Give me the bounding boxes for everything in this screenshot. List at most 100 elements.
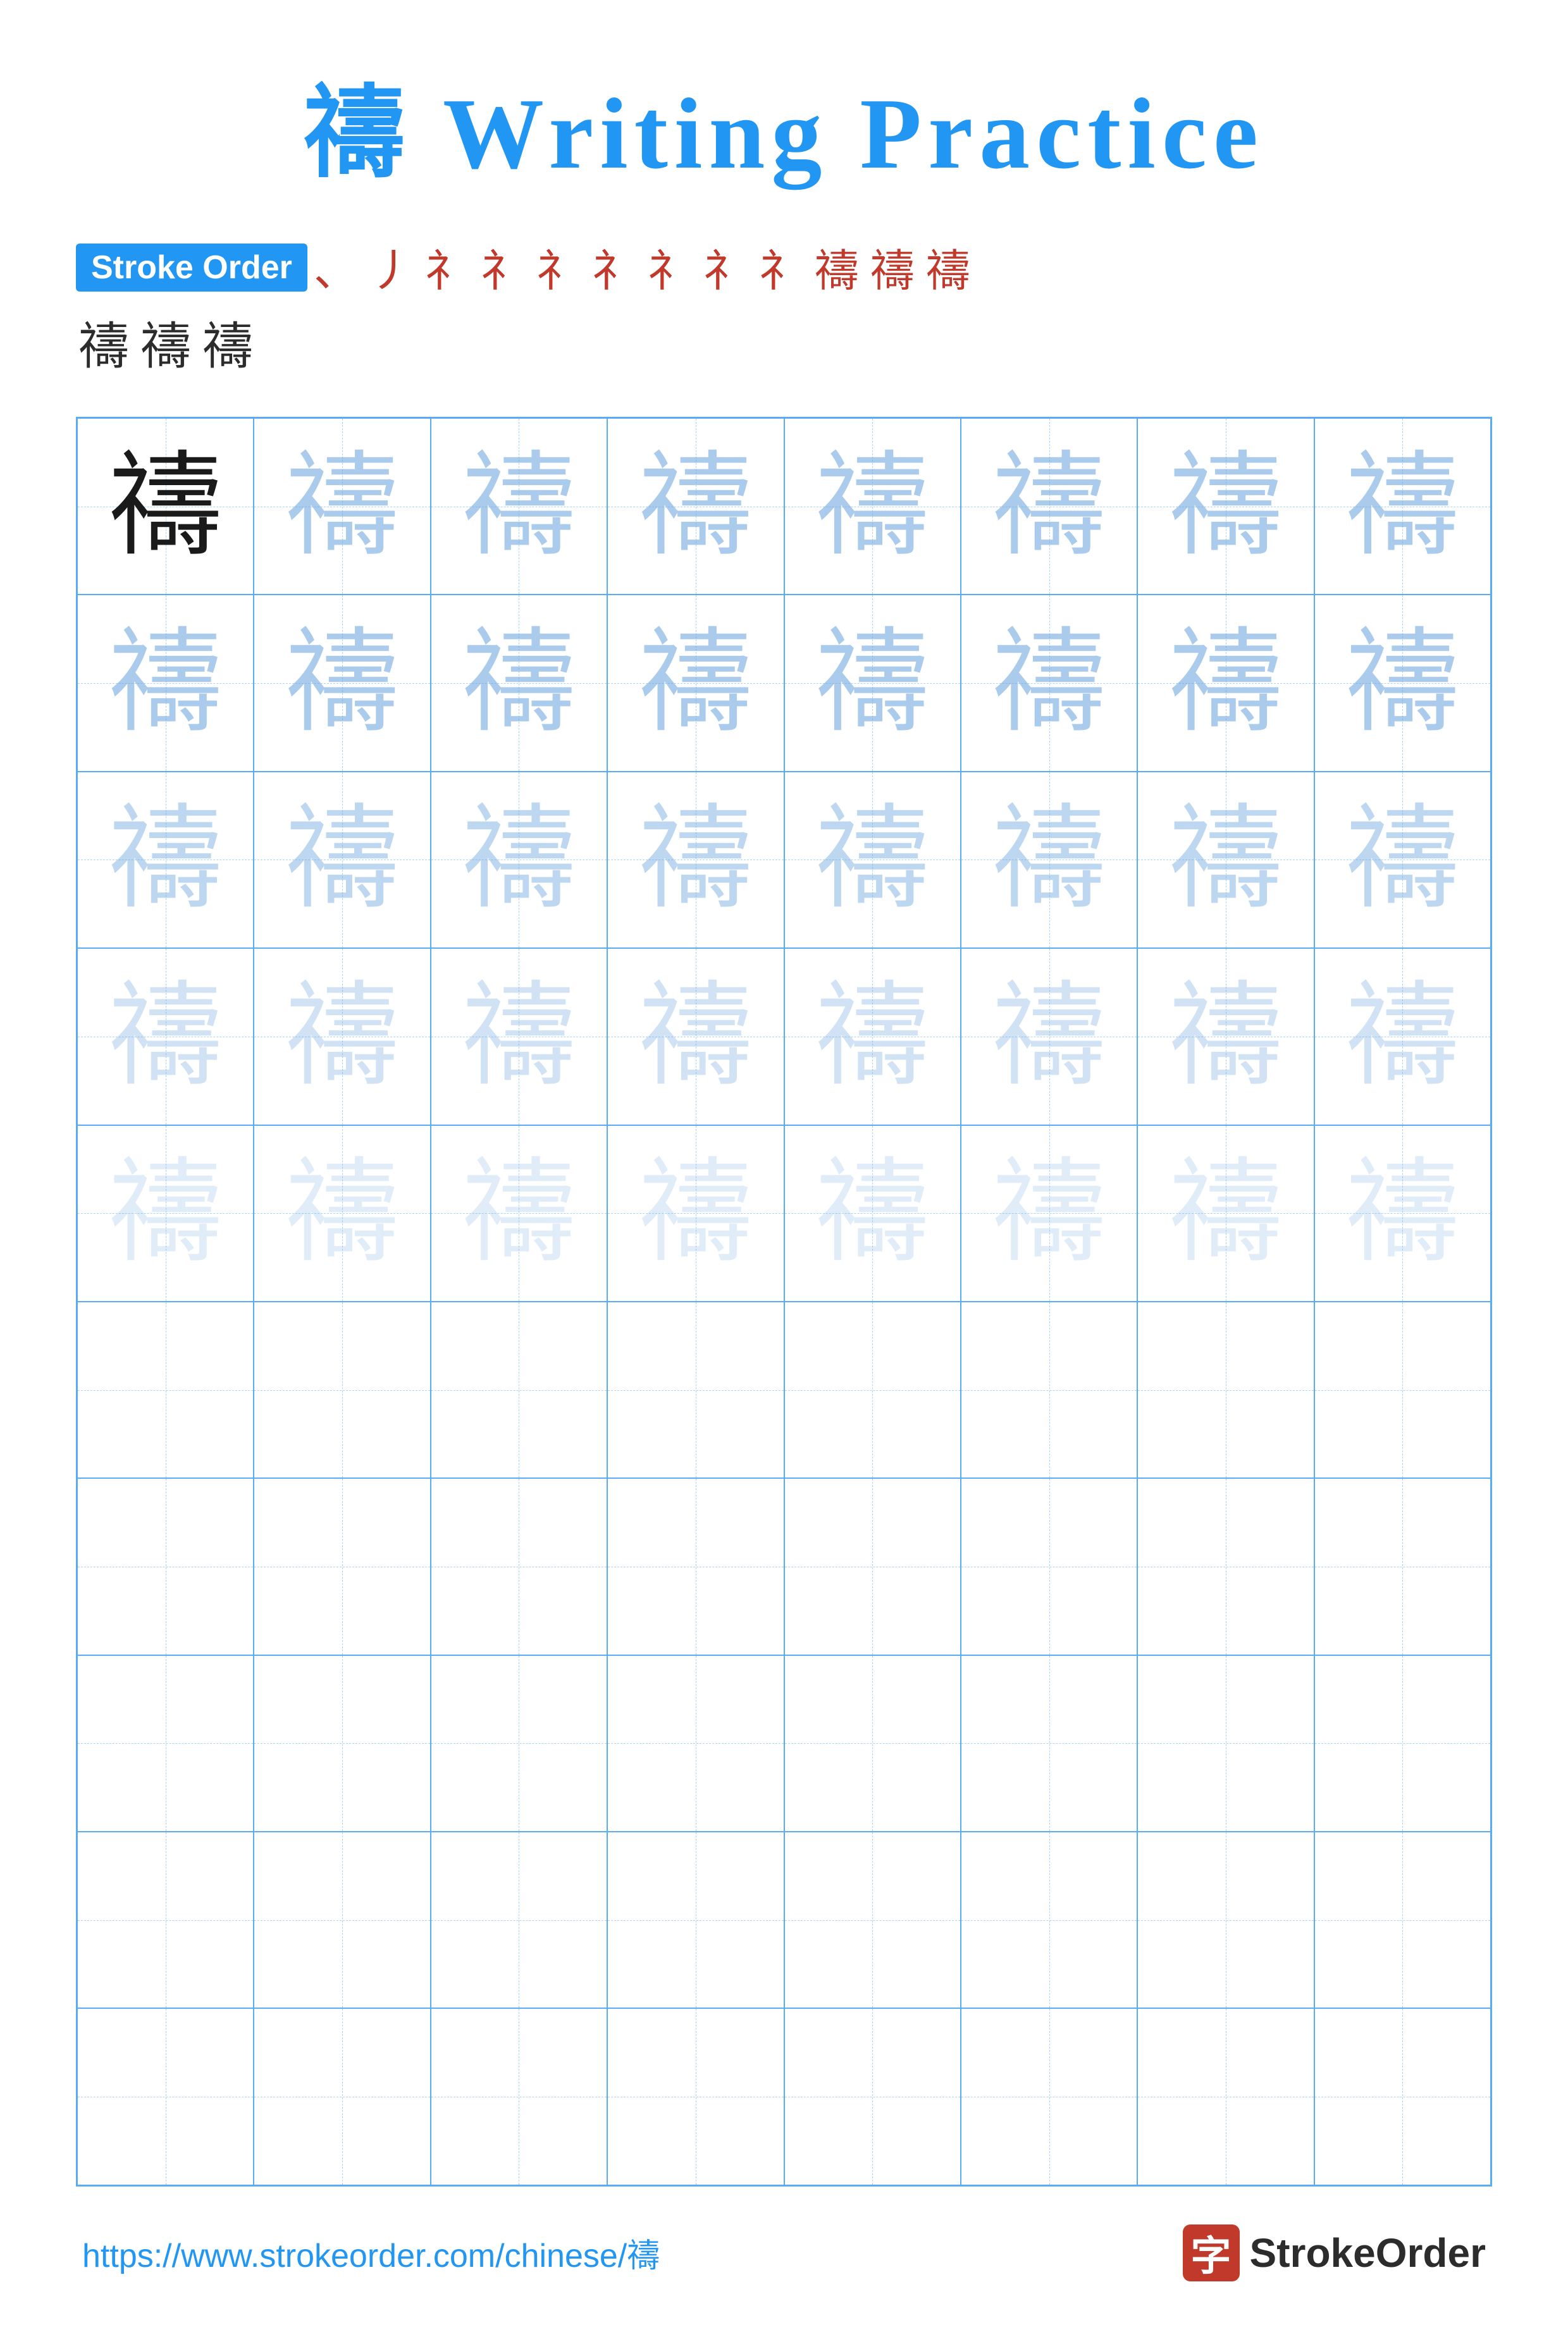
grid-cell-10-2[interactable]: [254, 2008, 430, 2185]
grid-cell-3-4[interactable]: 禱: [607, 772, 784, 948]
grid-cell-8-3[interactable]: [431, 1655, 607, 1832]
grid-cell-6-4[interactable]: [607, 1302, 784, 1478]
grid-cell-2-5[interactable]: 禱: [784, 595, 961, 771]
stroke-2: 丿: [369, 235, 414, 299]
grid-cell-4-1[interactable]: 禱: [77, 948, 254, 1125]
grid-cell-2-6[interactable]: 禱: [961, 595, 1137, 771]
grid-cell-8-6[interactable]: [961, 1655, 1137, 1832]
grid-cell-10-7[interactable]: [1137, 2008, 1314, 2185]
grid-cell-10-1[interactable]: [77, 2008, 254, 2185]
grid-cell-5-5[interactable]: 禱: [784, 1125, 961, 1302]
grid-cell-6-1[interactable]: [77, 1302, 254, 1478]
grid-cell-7-1[interactable]: [77, 1478, 254, 1655]
grid-cell-7-3[interactable]: [431, 1478, 607, 1655]
stroke-order-section: Stroke Order 、 丿 礻 礻 礻 礻 礻 礻 礻 禱 禱 禱 禱 禱…: [76, 235, 1492, 379]
grid-cell-4-6[interactable]: 禱: [961, 948, 1137, 1125]
grid-cell-6-2[interactable]: [254, 1302, 430, 1478]
grid-cell-1-1[interactable]: 禱: [77, 418, 254, 595]
grid-cell-9-3[interactable]: [431, 1832, 607, 2008]
char-display: 禱: [462, 1156, 576, 1270]
grid-cell-9-6[interactable]: [961, 1832, 1137, 2008]
char-display: 禱: [1169, 803, 1283, 916]
logo-char: 字: [1191, 2224, 1232, 2282]
grid-cell-8-8[interactable]: [1314, 1655, 1491, 1832]
grid-cell-6-6[interactable]: [961, 1302, 1137, 1478]
grid-cell-6-8[interactable]: [1314, 1302, 1491, 1478]
char-display: 禱: [815, 1156, 929, 1270]
grid-cell-5-7[interactable]: 禱: [1137, 1125, 1314, 1302]
grid-cell-3-5[interactable]: 禱: [784, 772, 961, 948]
grid-cell-9-4[interactable]: [607, 1832, 784, 2008]
grid-cell-3-7[interactable]: 禱: [1137, 772, 1314, 948]
grid-cell-1-8[interactable]: 禱: [1314, 418, 1491, 595]
grid-cell-7-6[interactable]: [961, 1478, 1137, 1655]
grid-cell-2-3[interactable]: 禱: [431, 595, 607, 771]
grid-cell-1-6[interactable]: 禱: [961, 418, 1137, 595]
grid-cell-2-1[interactable]: 禱: [77, 595, 254, 771]
grid-cell-8-1[interactable]: [77, 1655, 254, 1832]
grid-cell-2-8[interactable]: 禱: [1314, 595, 1491, 771]
grid-cell-6-3[interactable]: [431, 1302, 607, 1478]
grid-cell-1-7[interactable]: 禱: [1137, 418, 1314, 595]
grid-cell-7-7[interactable]: [1137, 1478, 1314, 1655]
grid-cell-10-8[interactable]: [1314, 2008, 1491, 2185]
grid-cell-1-4[interactable]: 禱: [607, 418, 784, 595]
char-display: 禱: [992, 450, 1106, 564]
grid-cell-10-3[interactable]: [431, 2008, 607, 2185]
grid-cell-8-2[interactable]: [254, 1655, 430, 1832]
char-display: 禱: [639, 803, 753, 916]
grid-cell-4-2[interactable]: 禱: [254, 948, 430, 1125]
grid-cell-2-7[interactable]: 禱: [1137, 595, 1314, 771]
grid-cell-7-5[interactable]: [784, 1478, 961, 1655]
grid-cell-2-4[interactable]: 禱: [607, 595, 784, 771]
grid-cell-7-8[interactable]: [1314, 1478, 1491, 1655]
grid-cell-5-3[interactable]: 禱: [431, 1125, 607, 1302]
stroke-5: 礻: [536, 235, 581, 299]
grid-cell-8-4[interactable]: [607, 1655, 784, 1832]
grid-cell-3-6[interactable]: 禱: [961, 772, 1137, 948]
grid-cell-5-6[interactable]: 禱: [961, 1125, 1137, 1302]
grid-cell-4-8[interactable]: 禱: [1314, 948, 1491, 1125]
grid-cell-9-2[interactable]: [254, 1832, 430, 2008]
grid-cell-9-1[interactable]: [77, 1832, 254, 2008]
grid-cell-6-5[interactable]: [784, 1302, 961, 1478]
grid-cell-3-1[interactable]: 禱: [77, 772, 254, 948]
stroke-8: 礻: [703, 235, 748, 299]
stroke-11: 禱: [870, 235, 915, 299]
grid-cell-3-8[interactable]: 禱: [1314, 772, 1491, 948]
grid-cell-5-1[interactable]: 禱: [77, 1125, 254, 1302]
grid-cell-3-2[interactable]: 禱: [254, 772, 430, 948]
grid-cell-5-2[interactable]: 禱: [254, 1125, 430, 1302]
grid-cell-5-4[interactable]: 禱: [607, 1125, 784, 1302]
grid-row-4: 禱 禱 禱 禱 禱 禱 禱 禱: [77, 948, 1491, 1125]
grid-cell-7-4[interactable]: [607, 1478, 784, 1655]
grid-cell-4-7[interactable]: 禱: [1137, 948, 1314, 1125]
grid-cell-10-5[interactable]: [784, 2008, 961, 2185]
grid-cell-5-8[interactable]: 禱: [1314, 1125, 1491, 1302]
char-display: 禱: [639, 626, 753, 740]
grid-cell-4-3[interactable]: 禱: [431, 948, 607, 1125]
grid-cell-8-5[interactable]: [784, 1655, 961, 1832]
stroke-9: 礻: [759, 235, 803, 299]
grid-cell-4-4[interactable]: 禱: [607, 948, 784, 1125]
stroke-order-row2: 禱 禱 禱: [78, 305, 1492, 379]
grid-cell-1-2[interactable]: 禱: [254, 418, 430, 595]
grid-cell-9-8[interactable]: [1314, 1832, 1491, 2008]
char-display: 禱: [1345, 1156, 1459, 1270]
char-display: 禱: [815, 980, 929, 1094]
char-display: 禱: [992, 1156, 1106, 1270]
grid-row-3: 禱 禱 禱 禱 禱 禱 禱 禱: [77, 772, 1491, 948]
grid-cell-7-2[interactable]: [254, 1478, 430, 1655]
grid-cell-1-5[interactable]: 禱: [784, 418, 961, 595]
grid-cell-10-4[interactable]: [607, 2008, 784, 2185]
grid-cell-9-7[interactable]: [1137, 1832, 1314, 2008]
char-display: 禱: [639, 980, 753, 1094]
grid-cell-3-3[interactable]: 禱: [431, 772, 607, 948]
grid-cell-1-3[interactable]: 禱: [431, 418, 607, 595]
grid-cell-2-2[interactable]: 禱: [254, 595, 430, 771]
grid-cell-4-5[interactable]: 禱: [784, 948, 961, 1125]
grid-cell-6-7[interactable]: [1137, 1302, 1314, 1478]
grid-cell-9-5[interactable]: [784, 1832, 961, 2008]
grid-cell-8-7[interactable]: [1137, 1655, 1314, 1832]
grid-cell-10-6[interactable]: [961, 2008, 1137, 2185]
